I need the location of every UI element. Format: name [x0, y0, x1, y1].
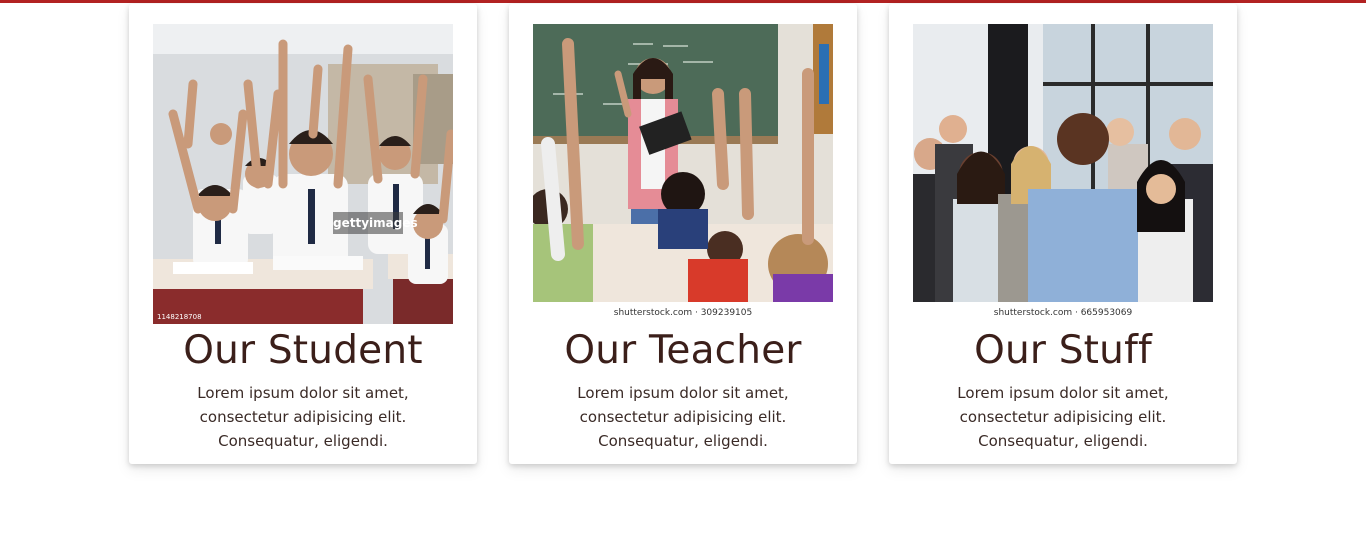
card-description: Lorem ipsum dolor sit amet, consectetur …	[957, 384, 1169, 450]
getty-watermark: gettyimages	[333, 212, 418, 234]
teacher-illustration	[533, 24, 833, 324]
shutterstock-watermark: shutterstock.com · 309239105	[533, 302, 833, 324]
card-our-teacher: shutterstock.com · 309239105 Our Teacher…	[509, 4, 857, 464]
student-photo: gettyimages 1148218708	[153, 24, 453, 324]
card-title: Our Student	[183, 328, 423, 373]
card-description: Lorem ipsum dolor sit amet, consectetur …	[197, 384, 409, 450]
cards-section: gettyimages 1148218708 Our Student Lorem…	[0, 0, 1366, 555]
card-description: Lorem ipsum dolor sit amet, consectetur …	[577, 384, 789, 450]
card-title: Our Teacher	[564, 328, 802, 373]
card-title: Our Stuff	[974, 328, 1152, 373]
staff-illustration	[913, 24, 1213, 324]
stock-id-label: 1148218708	[157, 313, 202, 321]
students-illustration	[153, 24, 453, 324]
card-our-student: gettyimages 1148218708 Our Student Lorem…	[129, 4, 477, 464]
teacher-photo: shutterstock.com · 309239105	[533, 24, 833, 324]
shutterstock-watermark: shutterstock.com · 665953069	[913, 302, 1213, 324]
card-our-stuff: shutterstock.com · 665953069 Our Stuff L…	[889, 4, 1237, 464]
staff-photo: shutterstock.com · 665953069	[913, 24, 1213, 324]
